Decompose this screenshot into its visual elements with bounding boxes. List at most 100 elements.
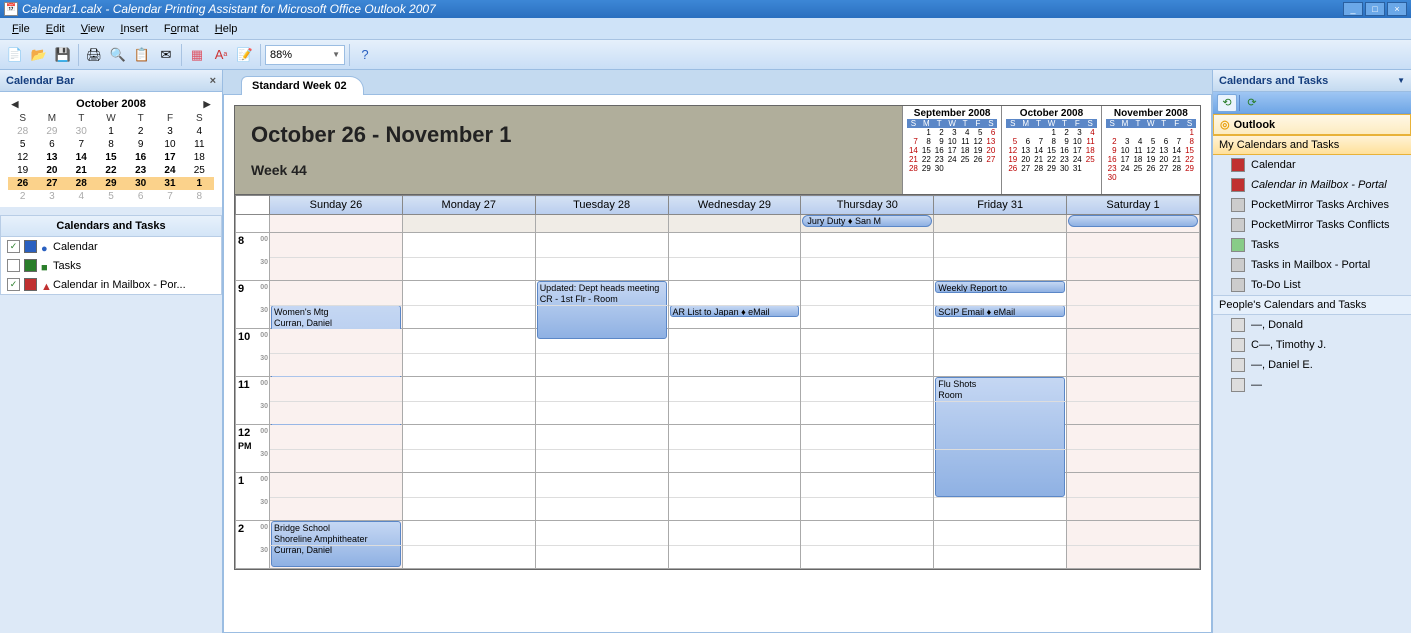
save-button[interactable]: 💾	[52, 44, 74, 66]
mini-calendar-day[interactable]: 26	[8, 177, 37, 190]
time-cell[interactable]	[535, 329, 668, 377]
mini-calendar-day[interactable]: 12	[8, 151, 37, 164]
right-person-item[interactable]: C—, Timothy J.	[1213, 335, 1411, 355]
mini-calendar-day[interactable]: 10	[155, 138, 184, 151]
maximize-button[interactable]: □	[1365, 2, 1385, 16]
time-cell[interactable]	[801, 425, 934, 473]
mini-calendar-day[interactable]: 19	[8, 164, 37, 177]
time-cell[interactable]: Flu ShotsRoom	[934, 377, 1067, 425]
time-cell[interactable]	[270, 329, 403, 377]
time-cell[interactable]	[270, 377, 403, 425]
menu-insert[interactable]: Insert	[112, 23, 156, 35]
time-cell[interactable]	[535, 521, 668, 569]
checkbox[interactable]: ✓	[7, 278, 20, 291]
mini-calendar-day[interactable]: 18	[185, 151, 214, 164]
mini-calendar-day[interactable]: 3	[155, 125, 184, 138]
right-calendar-item[interactable]: Tasks	[1213, 235, 1411, 255]
checkbox[interactable]: ✓	[7, 240, 20, 253]
mini-calendar-day[interactable]: 16	[126, 151, 155, 164]
time-cell[interactable]: Bridge SchoolShoreline AmphitheaterCurra…	[270, 521, 403, 569]
time-cell[interactable]	[801, 281, 934, 329]
mini-calendar-day[interactable]: 28	[8, 125, 37, 138]
time-cell[interactable]	[934, 425, 1067, 473]
event-weekly-report[interactable]: Weekly Report to	[935, 281, 1065, 293]
time-cell[interactable]	[934, 233, 1067, 281]
allday-cell[interactable]	[535, 215, 668, 233]
mini-calendar-day[interactable]: 27	[37, 177, 66, 190]
mini-calendar-day[interactable]: 17	[155, 151, 184, 164]
time-cell[interactable]: Weekly Report to SCIP Email ♦ eMail	[934, 281, 1067, 329]
chevron-down-icon[interactable]: ▼	[1397, 76, 1405, 85]
time-cell[interactable]	[801, 377, 934, 425]
calendar-task-item[interactable]: ✓●Calendar	[1, 237, 221, 256]
time-cell[interactable]	[934, 473, 1067, 521]
mini-calendar-day[interactable]: 4	[67, 190, 96, 203]
menu-edit[interactable]: Edit	[38, 23, 73, 35]
export-button[interactable]: 📋	[131, 44, 153, 66]
time-cell[interactable]: AR List to Japan ♦ eMail	[668, 281, 801, 329]
time-cell[interactable]	[668, 233, 801, 281]
time-cell[interactable]	[668, 425, 801, 473]
mini-calendar-day[interactable]: 31	[155, 177, 184, 190]
right-calendar-item[interactable]: Calendar	[1213, 155, 1411, 175]
time-cell[interactable]	[402, 233, 535, 281]
time-cell[interactable]	[801, 329, 934, 377]
mini-calendar-day[interactable]: 21	[67, 164, 96, 177]
mini-calendar-day[interactable]: 2	[126, 125, 155, 138]
mini-calendar-day[interactable]: 6	[126, 190, 155, 203]
time-cell[interactable]	[270, 425, 403, 473]
time-cell[interactable]	[1067, 329, 1200, 377]
time-cell[interactable]	[402, 329, 535, 377]
allday-cell[interactable]	[934, 215, 1067, 233]
mini-calendar-day[interactable]: 2	[8, 190, 37, 203]
time-cell[interactable]	[1067, 377, 1200, 425]
right-calendar-item[interactable]: PocketMirror Tasks Archives	[1213, 195, 1411, 215]
format-button[interactable]: 📝	[234, 44, 256, 66]
print-button[interactable]: 🖨	[83, 44, 105, 66]
right-calendar-item[interactable]: Tasks in Mailbox - Portal	[1213, 255, 1411, 275]
time-cell[interactable]	[535, 425, 668, 473]
allday-cell[interactable]	[668, 215, 801, 233]
right-person-item[interactable]: —, Donald	[1213, 315, 1411, 335]
menu-help[interactable]: Help	[207, 23, 246, 35]
mini-calendar-day[interactable]: 7	[155, 190, 184, 203]
forward-button[interactable]: ⟳	[1242, 94, 1262, 112]
new-button[interactable]: 📄	[4, 44, 26, 66]
back-button[interactable]: ⟲	[1217, 94, 1237, 112]
close-button[interactable]: ×	[1387, 2, 1407, 16]
time-cell[interactable]	[801, 473, 934, 521]
allday-cell[interactable]	[402, 215, 535, 233]
my-calendars-header[interactable]: My Calendars and Tasks	[1213, 135, 1411, 155]
time-cell[interactable]	[801, 233, 934, 281]
time-cell[interactable]	[934, 521, 1067, 569]
time-cell[interactable]	[1067, 281, 1200, 329]
mini-calendar-day[interactable]: 23	[126, 164, 155, 177]
mini-calendar-day[interactable]: 5	[8, 138, 37, 151]
event-ar-list[interactable]: AR List to Japan ♦ eMail	[670, 305, 800, 317]
right-calendar-item[interactable]: Calendar in Mailbox - Portal	[1213, 175, 1411, 195]
menu-format[interactable]: Format	[156, 23, 207, 35]
allday-cell[interactable]	[1067, 215, 1200, 233]
mini-calendar-day[interactable]: 1	[185, 177, 214, 190]
time-cell[interactable]	[1067, 473, 1200, 521]
minimize-button[interactable]: _	[1343, 2, 1363, 16]
time-cell[interactable]	[1067, 425, 1200, 473]
mini-calendar-day[interactable]: 29	[96, 177, 126, 190]
right-calendar-item[interactable]: To-Do List	[1213, 275, 1411, 295]
time-cell[interactable]	[402, 473, 535, 521]
time-cell[interactable]	[1067, 521, 1200, 569]
prev-month-button[interactable]: ◀	[8, 99, 22, 110]
time-cell[interactable]	[668, 473, 801, 521]
mini-calendar-day[interactable]: 28	[67, 177, 96, 190]
font-button[interactable]: Aa	[210, 44, 232, 66]
mini-calendar-day[interactable]: 6	[37, 138, 66, 151]
event-scip-email[interactable]: SCIP Email ♦ eMail	[935, 305, 1065, 317]
allday-event[interactable]	[1068, 215, 1198, 227]
mini-calendar-day[interactable]: 22	[96, 164, 126, 177]
mini-calendar-day[interactable]: 24	[155, 164, 184, 177]
mini-calendar-day[interactable]: 9	[126, 138, 155, 151]
open-button[interactable]: 📂	[28, 44, 50, 66]
time-cell[interactable]	[402, 521, 535, 569]
time-cell[interactable]	[668, 521, 801, 569]
mini-calendar-grid[interactable]: SMTWTFS 28293012345678910111213141516171…	[8, 112, 214, 203]
